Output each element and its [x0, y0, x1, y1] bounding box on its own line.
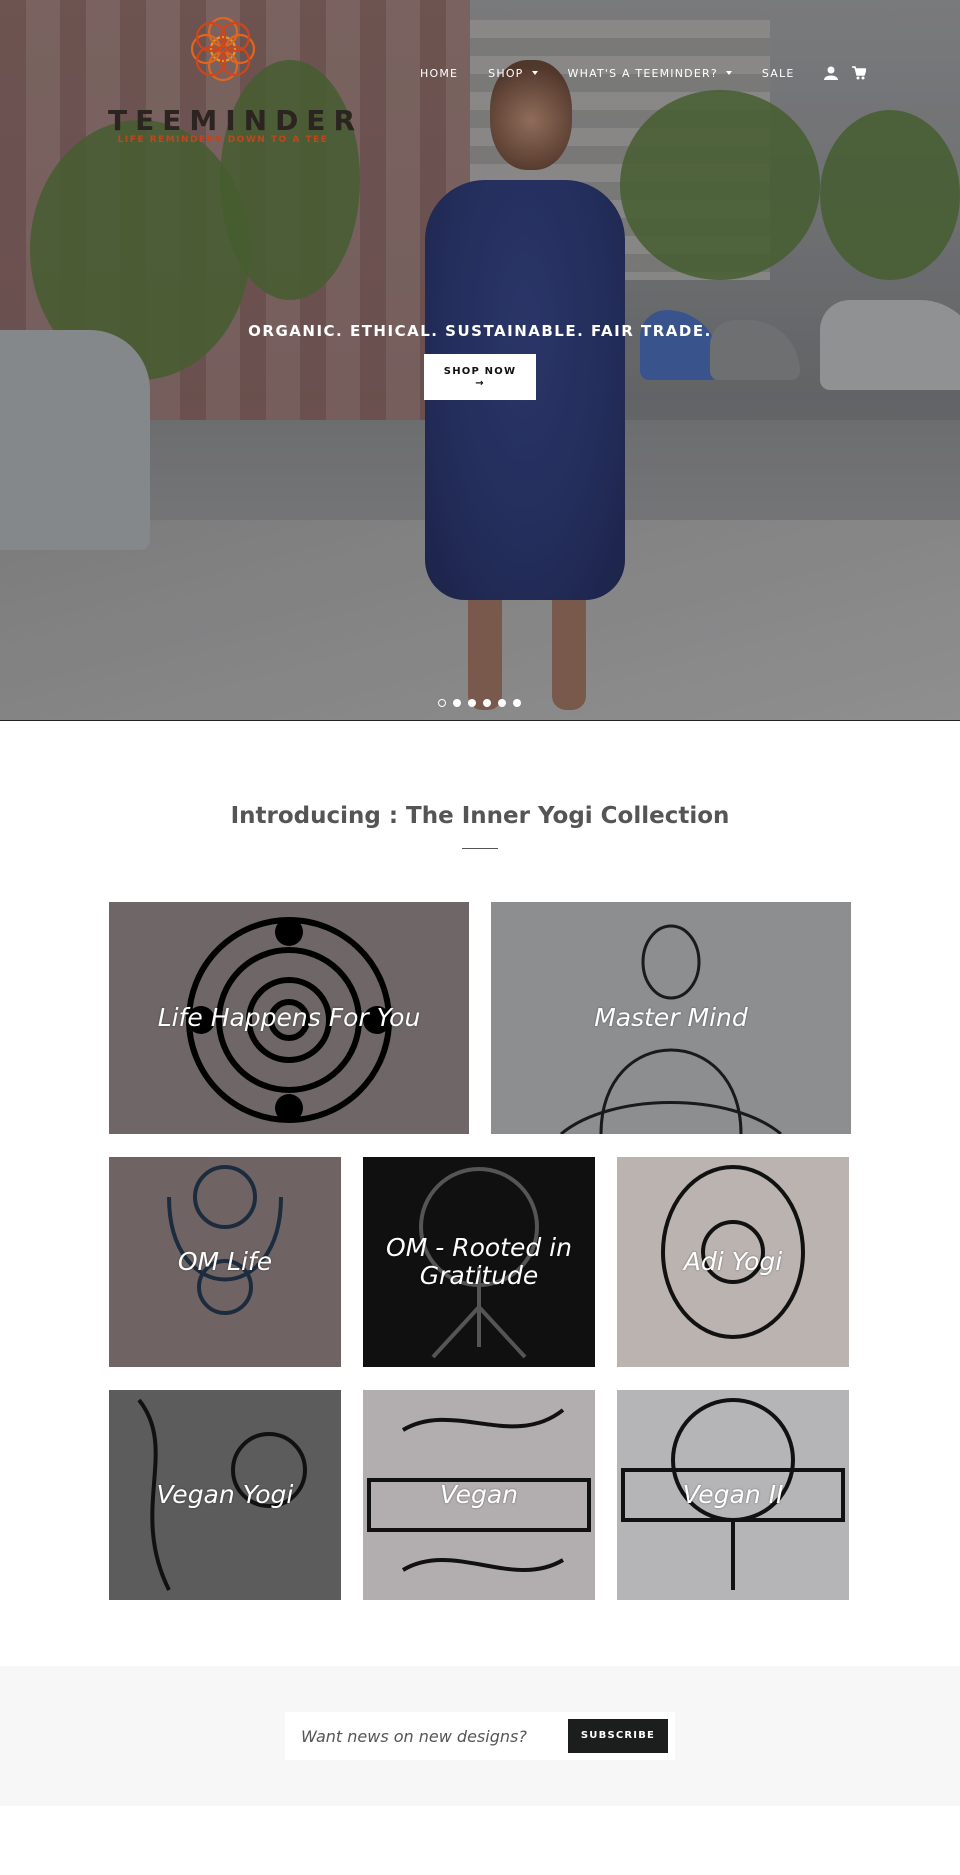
arrow-right-icon: →: [475, 378, 485, 389]
tile-label: Vegan Yogi: [156, 1480, 294, 1509]
mandala-logo-icon: [184, 10, 262, 88]
slide-dot[interactable]: [468, 699, 476, 707]
slide-dot[interactable]: [513, 699, 521, 707]
tile-label: Adi Yogi: [683, 1247, 783, 1276]
collection-tile-om-rooted[interactable]: OM - Rooted in Gratitude: [363, 1157, 595, 1367]
slide-dot[interactable]: [483, 699, 491, 707]
nav-shop-label: SHOP: [488, 66, 524, 80]
nav-home-label: HOME: [420, 66, 459, 80]
tile-label: Master Mind: [594, 1003, 748, 1032]
chevron-down-icon: [531, 71, 538, 75]
nav-sale-label: SALE: [761, 66, 795, 80]
collection-tile-vegan-ii[interactable]: Vegan II: [617, 1390, 849, 1600]
collection-tile-life-happens[interactable]: Life Happens For You: [109, 902, 469, 1134]
shop-now-button[interactable]: SHOP NOW →: [424, 354, 536, 400]
nav-shop[interactable]: SHOP: [488, 66, 538, 80]
tile-label: Vegan: [439, 1480, 519, 1509]
hero-tagline: ORGANIC. ETHICAL. SUSTAINABLE. FAIR TRAD…: [248, 322, 712, 340]
slide-dot[interactable]: [453, 699, 461, 707]
slide-dot[interactable]: [438, 699, 446, 707]
collection-tile-vegan[interactable]: Vegan: [363, 1390, 595, 1600]
nav-sale[interactable]: SALE: [762, 67, 795, 80]
collection-title: Introducing : The Inner Yogi Collection: [230, 803, 730, 829]
brand-tagline: LIFE REMINDERS DOWN TO A TEE: [117, 135, 329, 145]
tile-label: OM Life: [177, 1247, 273, 1276]
collection-tile-master-mind[interactable]: Master Mind: [491, 902, 851, 1134]
brand-name: TEEMINDER: [108, 104, 363, 137]
subscribe-button[interactable]: SUBSCRIBE: [568, 1719, 668, 1753]
hero-caption: ORGANIC. ETHICAL. SUSTAINABLE. FAIR TRAD…: [0, 322, 960, 340]
nav-whats-a-teeminder[interactable]: WHAT'S A TEEMINDER?: [568, 67, 732, 80]
newsletter-form: SUBSCRIBE: [285, 1712, 675, 1760]
main-nav: HOME SHOP WHAT'S A TEEMINDER? SALE: [420, 66, 880, 80]
collection-tile-adi-yogi[interactable]: Adi Yogi: [617, 1157, 849, 1367]
newsletter-email-input[interactable]: [285, 1712, 555, 1760]
title-divider: [462, 848, 498, 849]
cart-icon[interactable]: [852, 66, 867, 80]
tile-label: Life Happens For You: [157, 1003, 421, 1032]
slideshow-dots: [438, 699, 528, 707]
newsletter-section: SUBSCRIBE: [0, 1666, 960, 1806]
shop-now-label: SHOP NOW: [443, 366, 517, 377]
tile-label: OM - Rooted in Gratitude: [386, 1233, 572, 1290]
slide-dot[interactable]: [498, 699, 506, 707]
collection-tile-om-life[interactable]: OM Life: [109, 1157, 341, 1367]
nav-whats-label: WHAT'S A TEEMINDER?: [567, 66, 718, 80]
collection-tile-vegan-yogi[interactable]: Vegan Yogi: [109, 1390, 341, 1600]
site-logo[interactable]: TEEMINDER LIFE REMINDERS DOWN TO A TEE: [108, 10, 363, 150]
nav-home[interactable]: HOME: [420, 67, 458, 80]
tile-label: Vegan II: [682, 1480, 784, 1509]
account-icon[interactable]: [824, 66, 839, 80]
chevron-down-icon: [725, 71, 732, 75]
